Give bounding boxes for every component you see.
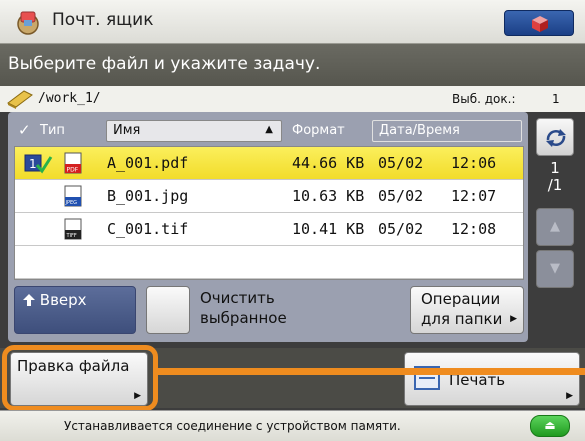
file-date: 05/02: [378, 154, 424, 172]
table-row[interactable]: TIFF C_001.tif 10.41 KB 05/02 12:08: [15, 213, 523, 246]
print-button[interactable]: Печать ▶: [404, 352, 580, 406]
title-bar: Почт. ящик: [0, 0, 585, 44]
callout-line: [156, 368, 585, 375]
up-button-label: Вверх: [39, 291, 87, 309]
date-column-label: Дата/Время: [379, 123, 460, 138]
clear-selection-line1: Очистить: [200, 289, 275, 307]
file-date: 05/02: [378, 187, 424, 205]
page-indicator: 1 /1: [536, 160, 574, 194]
eject-button[interactable]: ⏏: [530, 415, 570, 437]
file-size: 10.63 KB: [292, 187, 365, 205]
status-bar: Устанавливается соединение с устройством…: [0, 410, 585, 441]
empty-row: [15, 246, 523, 279]
file-date: 05/02: [378, 220, 424, 238]
total-pages: /1: [547, 176, 563, 194]
status-text: Устанавливается соединение с устройством…: [64, 419, 401, 433]
triangle-down-icon: ▼: [550, 261, 560, 276]
file-name: C_001.tif: [107, 220, 189, 238]
name-column-header[interactable]: Имя ▲: [106, 120, 282, 142]
table-row[interactable]: 1 PDF A_001.pdf 44.66 KB 05/02 12:06: [15, 147, 523, 180]
refresh-icon: [546, 129, 566, 147]
instruction-bar: Выберите файл и укажите задачу.: [0, 44, 585, 86]
svg-text:1: 1: [29, 157, 37, 171]
sort-ascending-icon: ▲: [265, 124, 273, 135]
pdf-icon: PDF: [64, 152, 82, 174]
file-time: 12:06: [451, 154, 497, 172]
folder-operations-label: Операции для папки: [421, 289, 502, 329]
instruction-text: Выберите файл и укажите задачу.: [8, 54, 321, 74]
tiff-icon: TIFF: [64, 218, 82, 240]
mailbox-icon: [17, 11, 39, 35]
check-column-icon: ✓: [18, 121, 31, 139]
eject-icon: ⏏: [544, 418, 556, 432]
format-column-header: Формат: [292, 123, 345, 138]
scroll-up-button[interactable]: ▲: [536, 208, 574, 246]
clear-selection-button[interactable]: [146, 286, 190, 334]
file-size: 10.41 KB: [292, 220, 365, 238]
file-list: 1 PDF A_001.pdf 44.66 KB 05/02 12:06 JPE…: [14, 146, 524, 280]
window-title: Почт. ящик: [52, 10, 154, 30]
home-button[interactable]: [504, 10, 574, 36]
file-name: A_001.pdf: [107, 154, 189, 172]
memory-stick-icon: [7, 90, 33, 109]
arrow-right-icon: ▶: [510, 314, 517, 324]
refresh-button[interactable]: [536, 118, 574, 156]
name-column-label: Имя: [113, 123, 141, 138]
triangle-up-icon: ▲: [550, 219, 560, 234]
path-bar: /work_1/ Выб. док.: 1: [0, 86, 585, 112]
file-time: 12:08: [451, 220, 497, 238]
callout-highlight: [2, 345, 158, 411]
selected-docs-count: 1: [552, 92, 560, 106]
file-name: B_001.jpg: [107, 187, 189, 205]
file-time: 12:07: [451, 187, 497, 205]
clear-selection-line2: выбранное: [200, 309, 287, 327]
current-path: /work_1/: [38, 91, 101, 106]
svg-text:JPEG: JPEG: [65, 200, 78, 206]
jpeg-icon: JPEG: [64, 185, 82, 207]
svg-text:TIFF: TIFF: [66, 233, 77, 239]
checkbox-checked-icon: 1: [24, 154, 53, 174]
scroll-down-button[interactable]: ▼: [536, 250, 574, 288]
folder-operations-line1: Операции: [421, 290, 501, 308]
folder-operations-button[interactable]: Операции для папки ▶: [410, 286, 524, 334]
screen: Почт. ящик Выберите файл и укажите задач…: [0, 0, 585, 441]
svg-text:PDF: PDF: [67, 167, 79, 174]
table-row[interactable]: JPEG B_001.jpg 10.63 KB 05/02 12:07: [15, 180, 523, 213]
cube-icon: [532, 16, 548, 32]
list-header: ✓ Тип Имя ▲ Формат Дата/Время: [14, 118, 524, 144]
date-column-header[interactable]: Дата/Время: [372, 120, 522, 142]
type-column-header: Тип: [40, 123, 65, 138]
selected-docs-label: Выб. док.:: [452, 92, 516, 106]
file-size: 44.66 KB: [292, 154, 365, 172]
folder-operations-line2: для папки: [421, 310, 503, 328]
arrow-right-icon: ▶: [566, 391, 573, 401]
current-page: 1: [550, 159, 560, 177]
up-arrow-icon: [23, 294, 35, 306]
clear-selection-label: Очистить выбранное: [200, 288, 287, 328]
up-button[interactable]: Вверх: [14, 286, 136, 334]
